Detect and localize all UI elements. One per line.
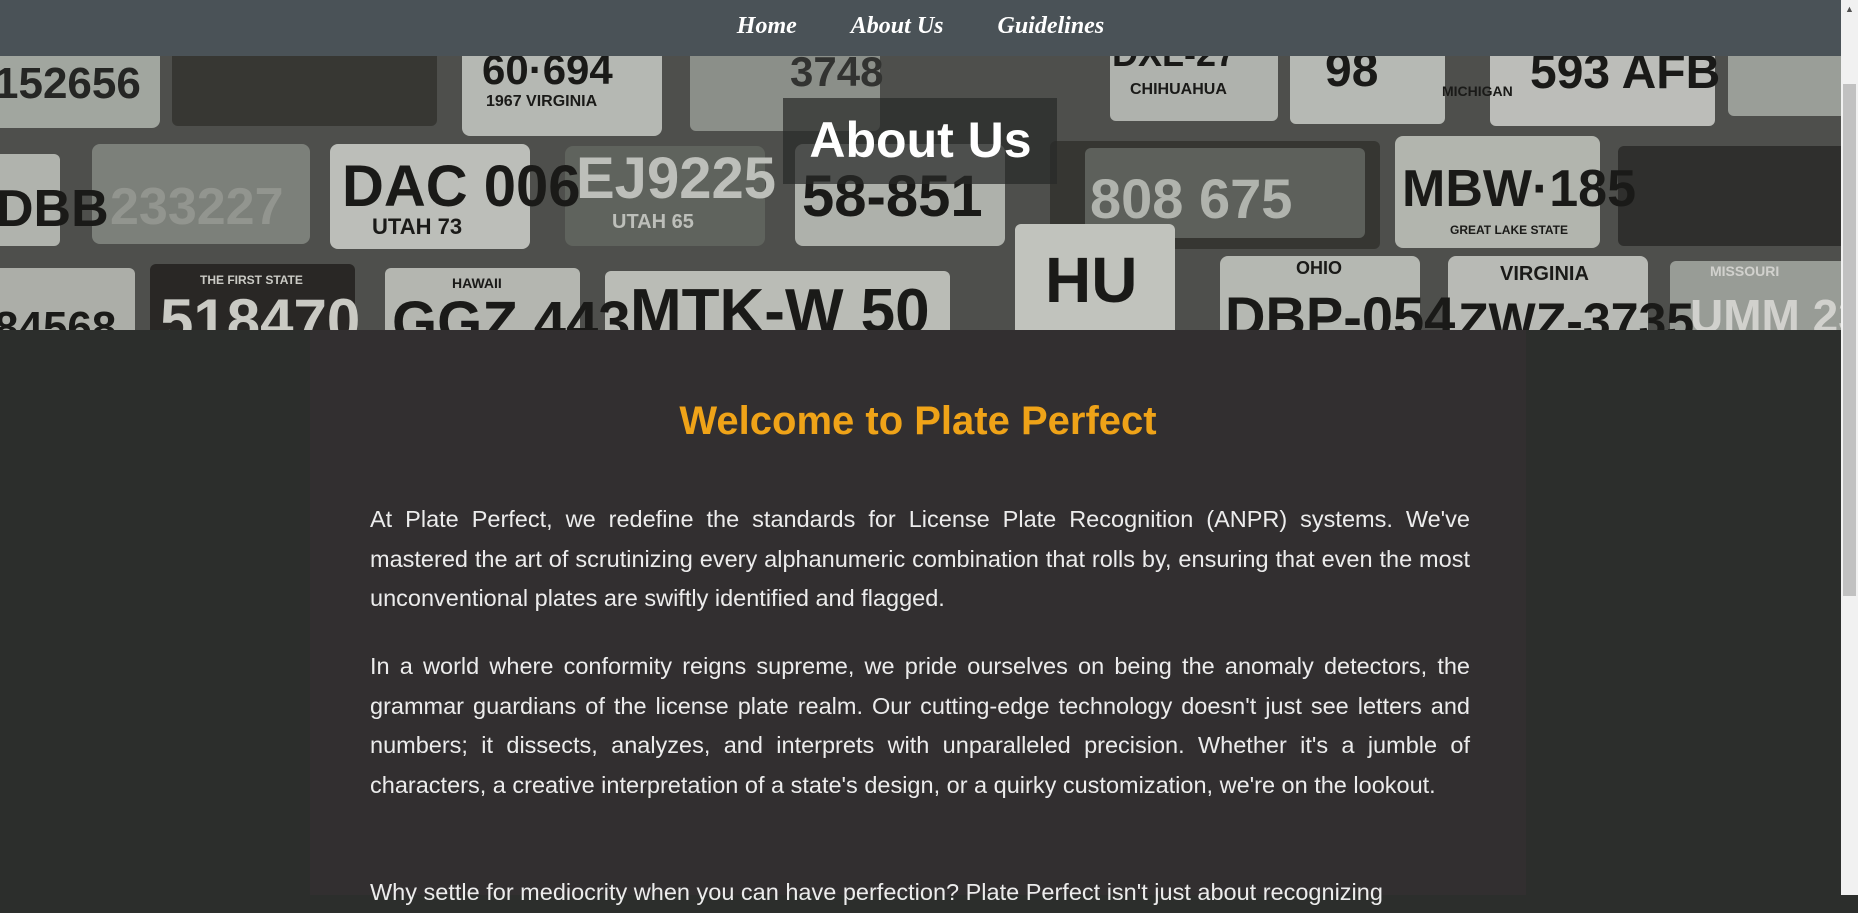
scrollbar-thumb[interactable] bbox=[1843, 84, 1856, 596]
main-nav: Home About Us Guidelines bbox=[0, 0, 1841, 56]
vertical-scrollbar[interactable]: ▲ bbox=[1841, 0, 1858, 895]
hero-banner: 152656 60·694 1967 VIRGINIA 3748 DXL-27 … bbox=[0, 56, 1841, 330]
about-paragraph-2: In a world where conformity reigns supre… bbox=[370, 653, 1470, 798]
nav-home-link[interactable]: Home bbox=[737, 13, 797, 40]
about-content: Welcome to Plate Perfect At Plate Perfec… bbox=[310, 330, 1526, 905]
page-title: About Us bbox=[809, 112, 1032, 168]
nav-about-link[interactable]: About Us bbox=[851, 13, 944, 40]
about-paragraph-3: Why settle for mediocrity when you can h… bbox=[370, 879, 1383, 905]
nav-guidelines-link[interactable]: Guidelines bbox=[998, 13, 1105, 40]
welcome-heading: Welcome to Plate Perfect bbox=[679, 399, 1157, 443]
scroll-up-arrow-icon[interactable]: ▲ bbox=[1841, 0, 1858, 17]
about-paragraph-1: At Plate Perfect, we redefine the standa… bbox=[370, 506, 1470, 611]
